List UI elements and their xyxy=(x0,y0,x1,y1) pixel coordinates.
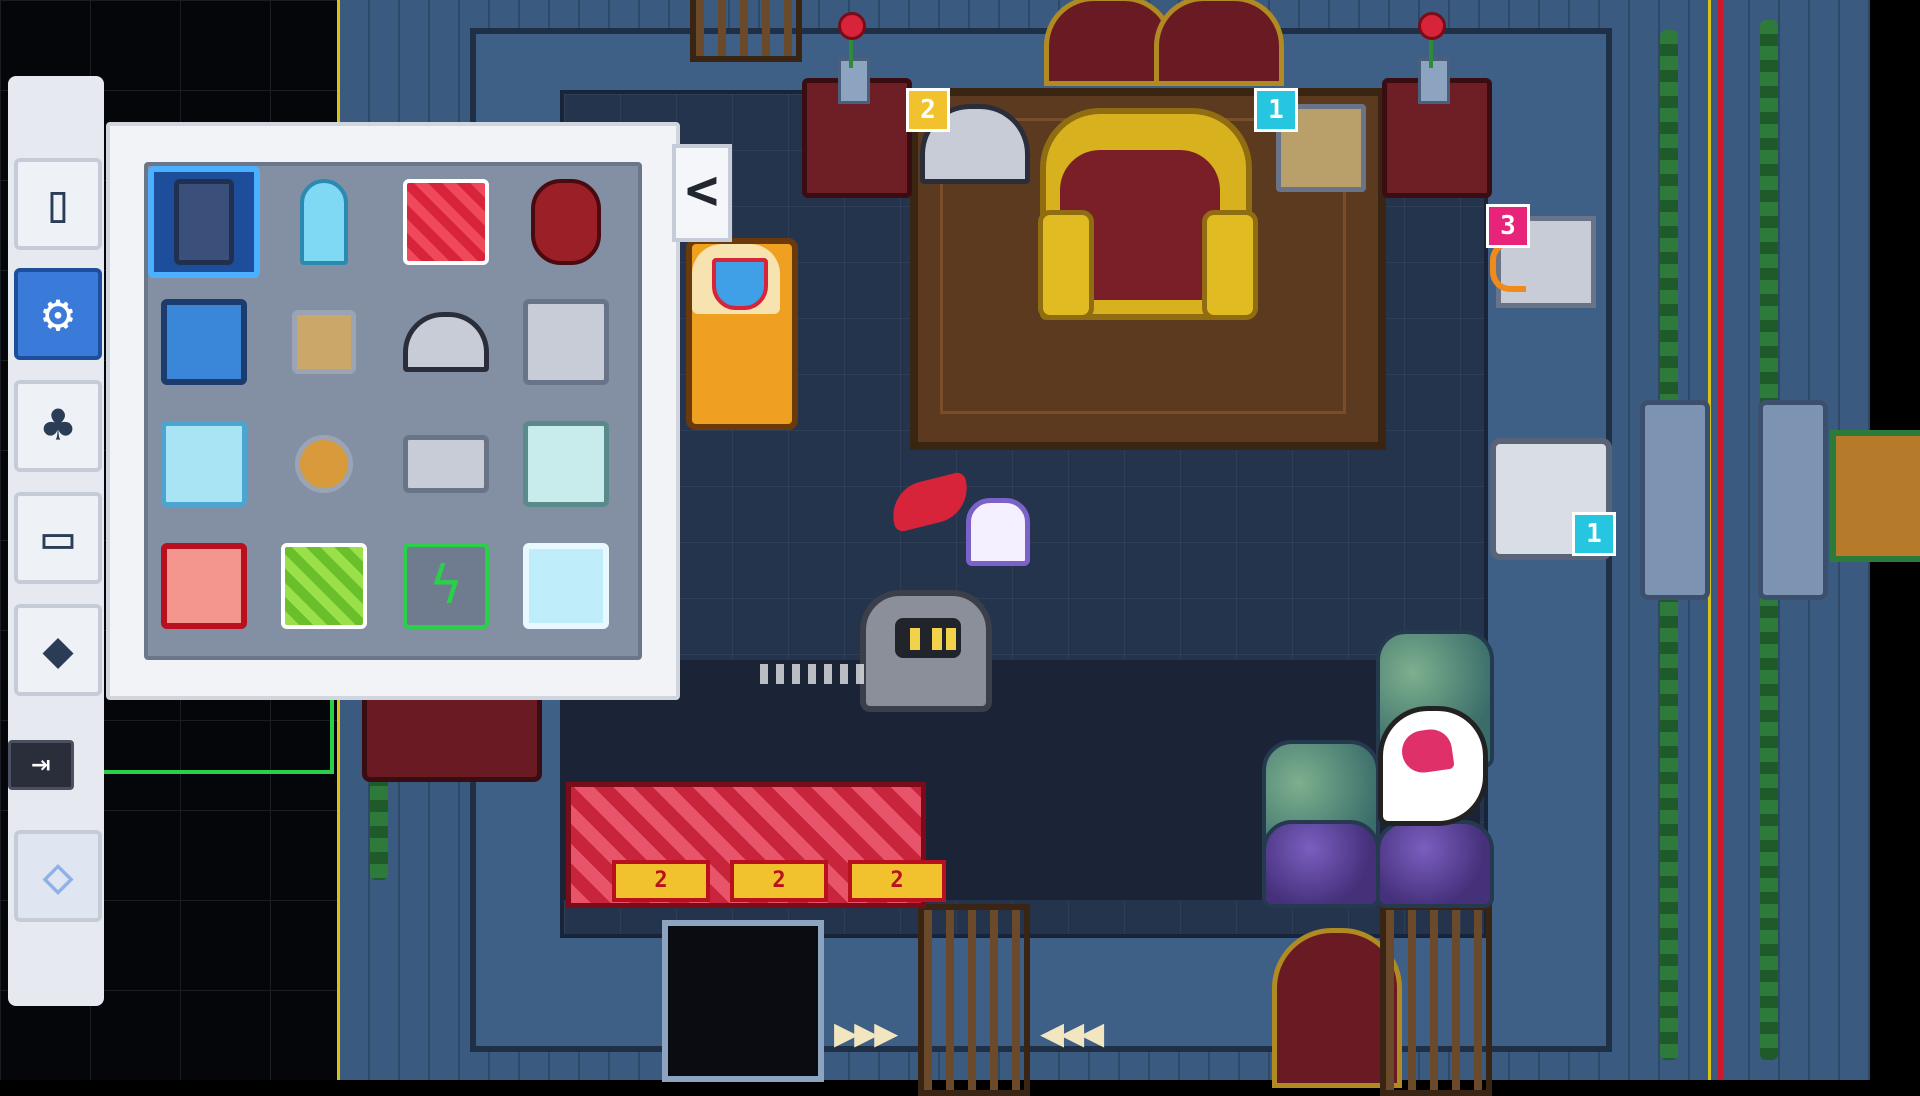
palette-item-trophy-block[interactable] xyxy=(510,408,622,520)
door-left[interactable] xyxy=(362,692,542,782)
palette-item-keyhole-block[interactable] xyxy=(510,286,622,398)
palette-item-red-striped-block[interactable] xyxy=(390,166,502,278)
room-boundary-red xyxy=(1718,0,1723,1080)
palette-item-blue-gem-block[interactable] xyxy=(148,286,260,398)
link-tag: 1 xyxy=(1254,88,1298,132)
arrow-hint-right: ▶▶▶ xyxy=(834,1010,898,1056)
bush-shadowed[interactable] xyxy=(1376,820,1494,908)
gate-bottom-right[interactable] xyxy=(1380,904,1492,1096)
lever-icon xyxy=(403,312,489,372)
pillar-right-outer xyxy=(1758,400,1828,600)
palette-item-red-tile[interactable] xyxy=(148,530,260,642)
palette-item-lightning-tile[interactable]: ϟ xyxy=(390,530,502,642)
pressure-plate-icon xyxy=(292,310,356,374)
palette-item-glass-block[interactable] xyxy=(510,530,622,642)
diamond-tile-icon: ◇ xyxy=(42,846,74,906)
knight-eye xyxy=(910,628,920,650)
link-tag: 3 xyxy=(1486,204,1530,248)
red-tile-icon xyxy=(161,543,247,629)
trophy-block-icon xyxy=(523,421,609,507)
red-striped-block-icon xyxy=(403,179,489,265)
knight-eye xyxy=(932,628,942,650)
socket-icon xyxy=(403,435,489,493)
tool-items[interactable]: ▭ xyxy=(14,492,102,584)
arrow-block[interactable]: 2 xyxy=(848,860,946,902)
treasure-chest-green[interactable] xyxy=(1830,430,1920,562)
chest-icon: ▭ xyxy=(42,508,74,568)
tool-decor[interactable]: ♣ xyxy=(14,380,102,472)
palette-item-round-button[interactable] xyxy=(268,408,380,520)
palette-item-pressure-plate[interactable] xyxy=(268,286,380,398)
link-tag: 1 xyxy=(1572,512,1616,556)
green-striped-block-icon xyxy=(281,543,367,629)
palette-item-socket[interactable] xyxy=(390,408,502,520)
tool-doors[interactable]: ▯ xyxy=(14,158,102,250)
arrow-hint-left: ◀◀◀ xyxy=(1040,1010,1104,1056)
throne-arm-right xyxy=(1202,210,1258,320)
ice-block-icon xyxy=(161,421,247,507)
gear-icon: ⚙ xyxy=(42,284,74,344)
palette-item-red-barrel[interactable] xyxy=(510,166,622,278)
gate-bottom-left[interactable] xyxy=(918,904,1030,1096)
glass-block-icon xyxy=(523,543,609,629)
ghost-companion xyxy=(966,498,1030,566)
bush-shadowed[interactable] xyxy=(1262,820,1380,908)
palette-item-robot-statue[interactable] xyxy=(148,166,260,278)
bottom-exit[interactable] xyxy=(662,920,824,1082)
tree-icon: ♣ xyxy=(42,396,74,456)
palette-item-crystal[interactable] xyxy=(268,166,380,278)
tool-mechanisms[interactable]: ⚙ xyxy=(14,268,102,360)
palette-item-ice-block[interactable] xyxy=(148,408,260,520)
rose-icon xyxy=(1418,12,1446,40)
collapse-palette-button[interactable]: < xyxy=(672,144,732,242)
rose-icon xyxy=(838,12,866,40)
tool-floor[interactable]: ◇ xyxy=(14,830,102,922)
dash-trail xyxy=(760,664,870,684)
lightning-tile-icon: ϟ xyxy=(403,543,489,629)
vase xyxy=(1418,58,1450,104)
palette-item-lever[interactable] xyxy=(390,286,502,398)
blue-gem-block-icon xyxy=(161,299,247,385)
palette-item-green-striped-block[interactable] xyxy=(268,530,380,642)
arrow-block[interactable]: 2 xyxy=(612,860,710,902)
door-icon: ▯ xyxy=(42,174,74,234)
fox-mask-icon: ◆ xyxy=(42,620,74,680)
arrow-block[interactable]: 2 xyxy=(730,860,828,902)
throne-arm-left xyxy=(1038,210,1094,320)
knight-eye xyxy=(946,628,956,650)
selection-guide xyxy=(70,700,334,774)
door-top-right[interactable] xyxy=(1154,0,1284,86)
gate-top[interactable] xyxy=(690,0,802,62)
round-button-icon xyxy=(295,435,353,493)
crystal-icon xyxy=(300,179,348,265)
link-tag: 2 xyxy=(906,88,950,132)
robot-statue-icon xyxy=(174,179,234,265)
exit-editor-button[interactable]: ⇥ xyxy=(8,740,74,790)
tool-enemies[interactable]: ◆ xyxy=(14,604,102,696)
pillar-right xyxy=(1640,400,1710,600)
shield-icon xyxy=(712,258,768,310)
vase xyxy=(838,58,870,104)
red-barrel-icon xyxy=(531,179,601,265)
keyhole-block-icon xyxy=(523,299,609,385)
